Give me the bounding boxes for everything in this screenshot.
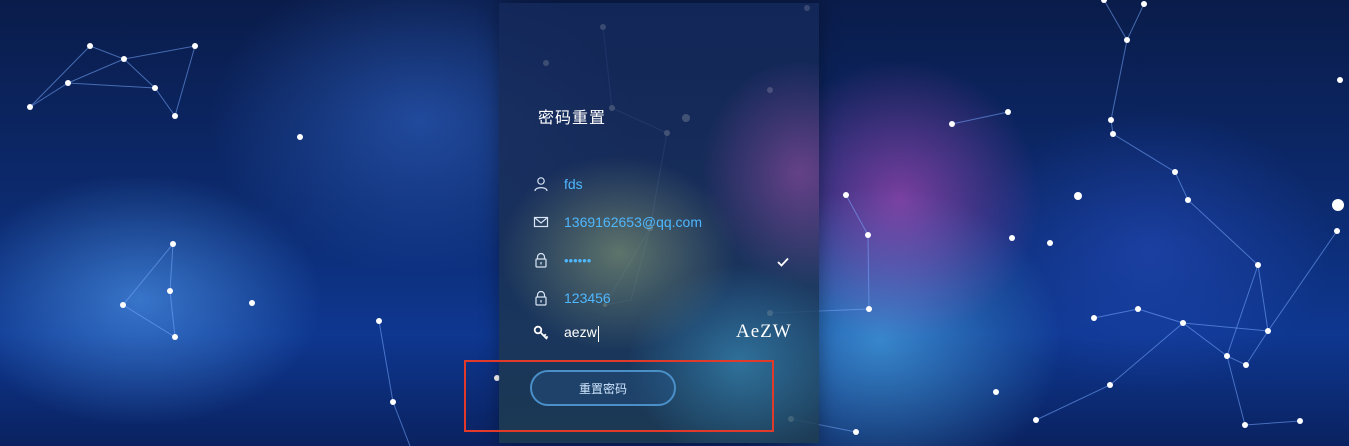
key-icon (533, 325, 549, 341)
confirm-password-input[interactable] (564, 290, 764, 306)
captcha-image[interactable]: AeZW (736, 321, 792, 343)
captcha-input-text: aezw (564, 324, 597, 341)
password-row: •••••• (533, 247, 793, 273)
username-input[interactable] (564, 176, 764, 192)
username-row (533, 171, 793, 197)
email-input[interactable] (564, 214, 764, 230)
panel-title: 密码重置 (538, 110, 607, 127)
text-caret (597, 325, 599, 342)
lock-icon (533, 252, 549, 268)
user-icon (533, 176, 549, 192)
reset-password-button[interactable]: 重置密码 (530, 370, 676, 406)
email-row (533, 209, 793, 235)
starfield-background: 密码重置 •••••• (0, 0, 1349, 446)
reset-password-panel: 密码重置 •••••• (499, 3, 819, 443)
checkmark-icon (777, 257, 789, 267)
envelope-icon (533, 214, 549, 230)
captcha-input[interactable]: aezw (564, 324, 624, 342)
password-input[interactable]: •••••• (564, 253, 764, 268)
confirm-password-row (533, 285, 793, 311)
lock-icon (533, 290, 549, 306)
